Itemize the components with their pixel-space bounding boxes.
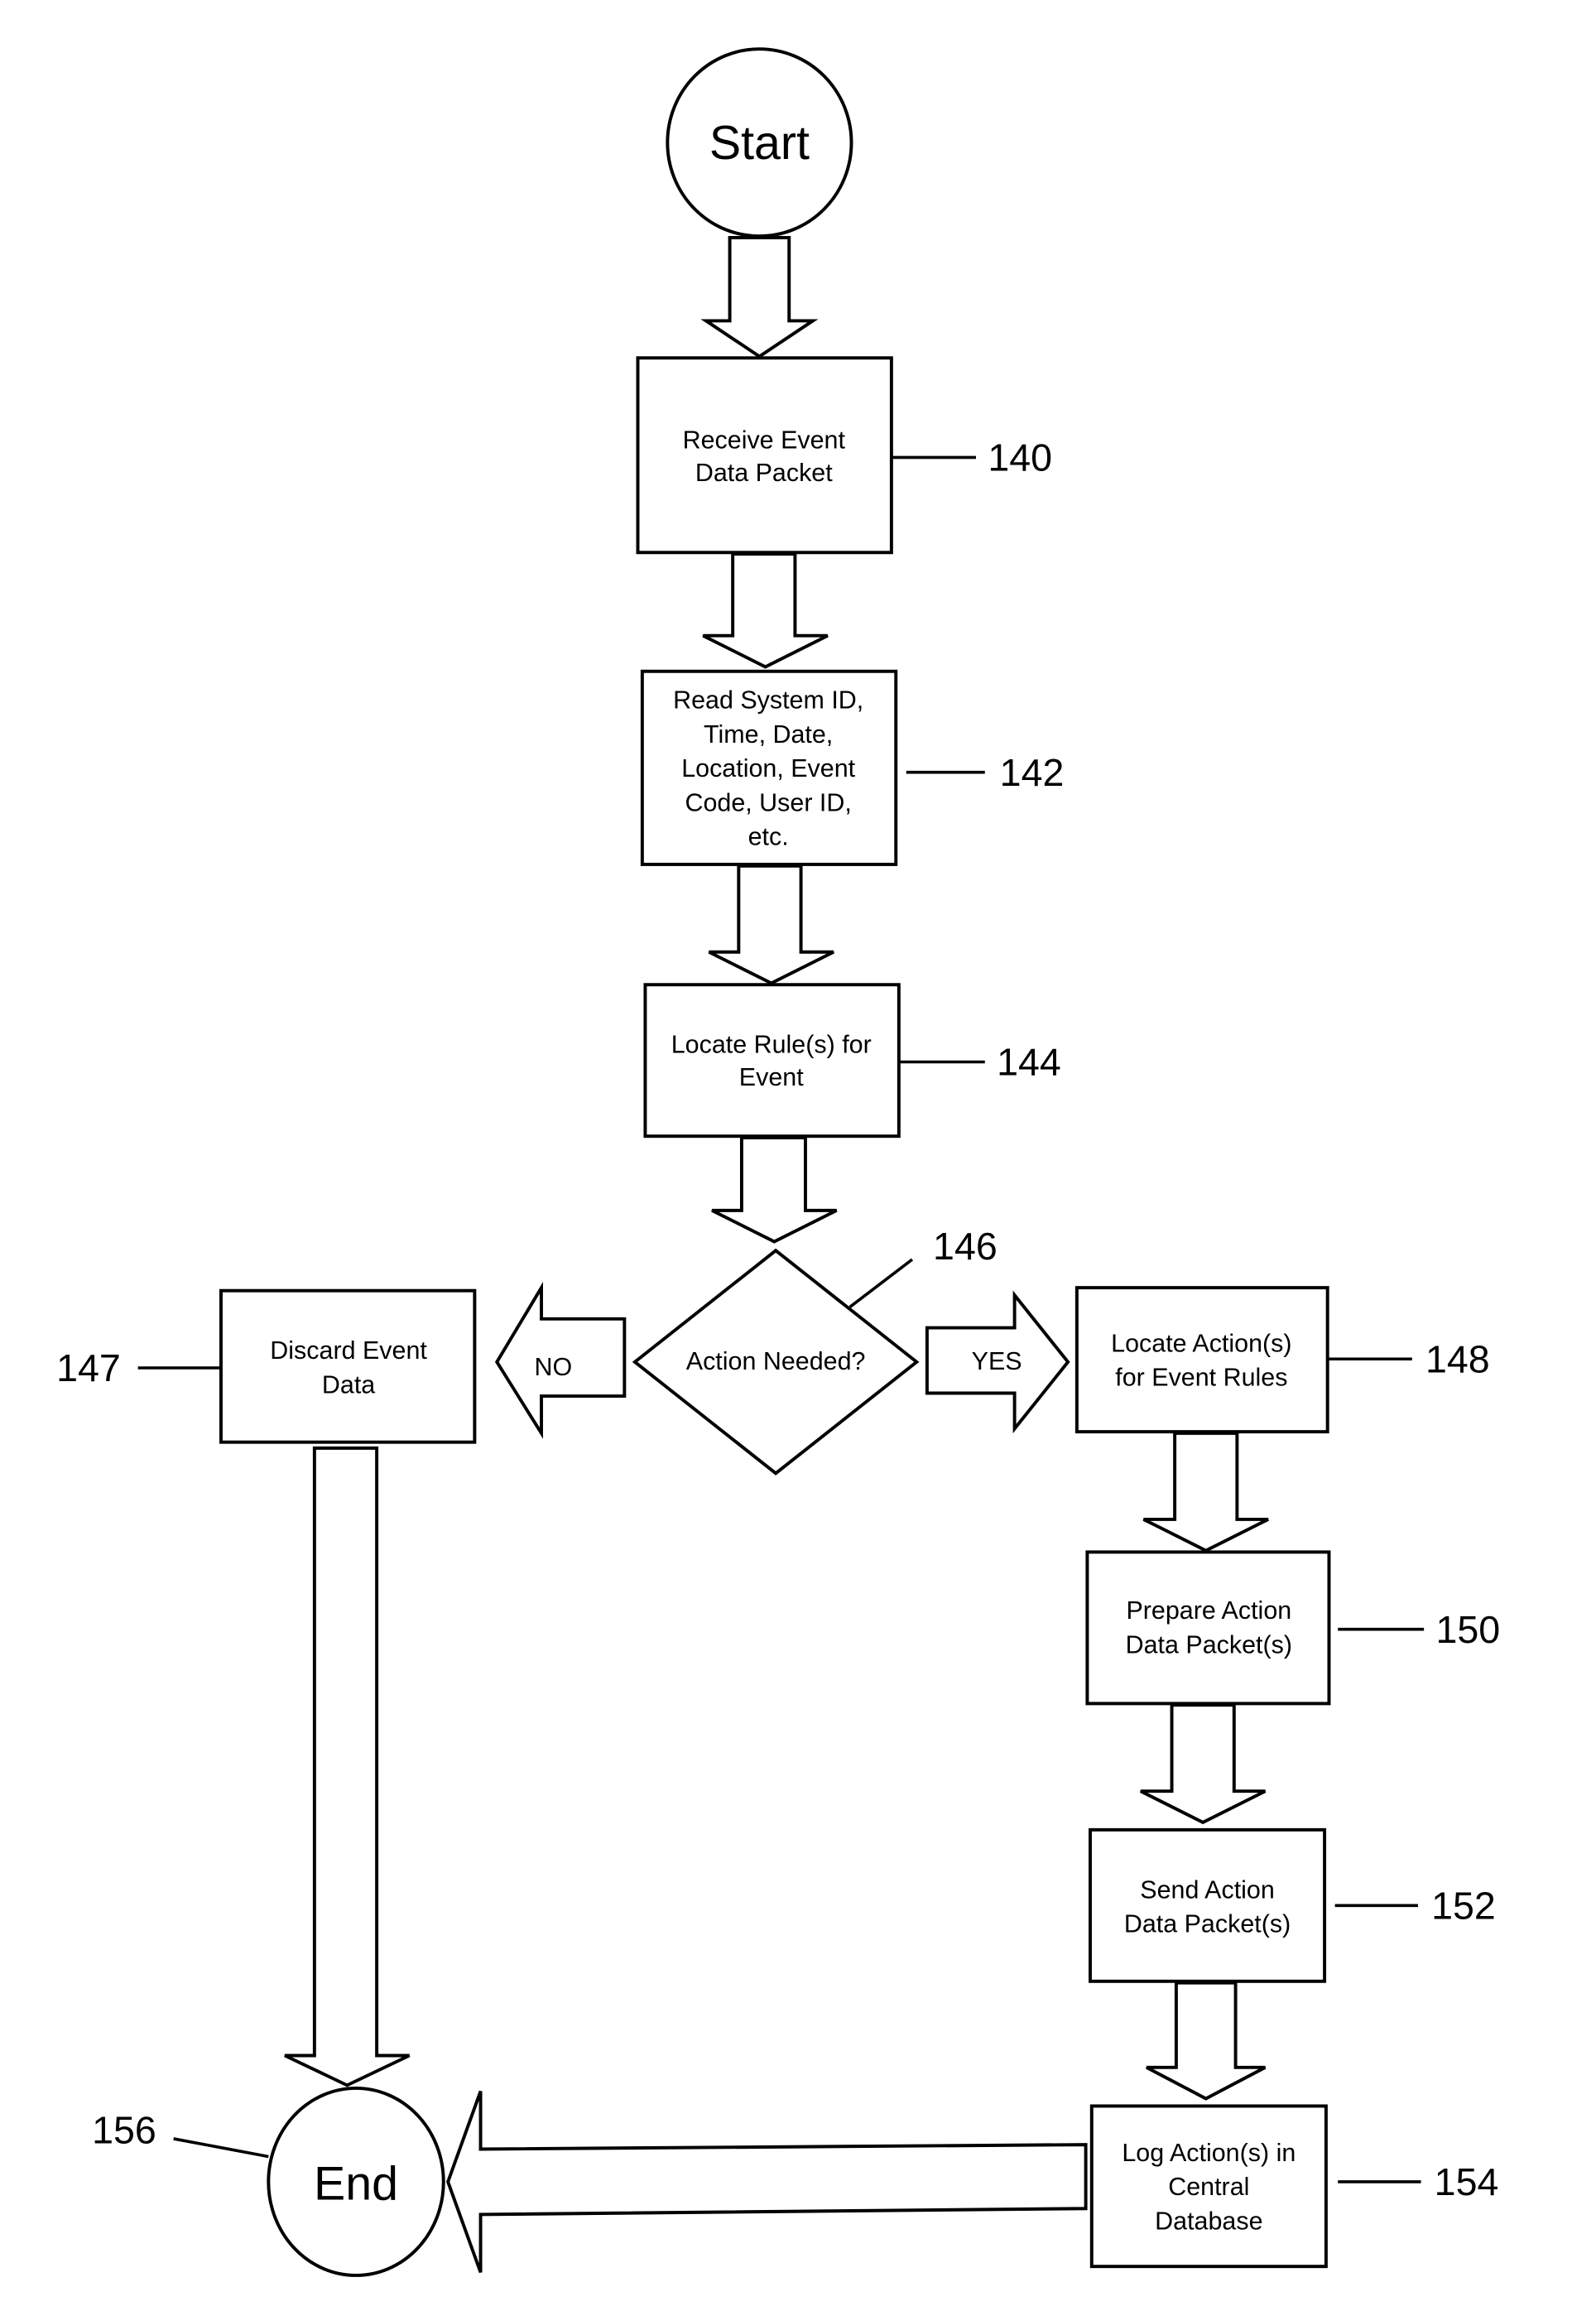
- ref-label-150: 150: [1435, 1608, 1500, 1651]
- step-142-line-1: Read System ID,: [673, 686, 863, 715]
- step-154-line-3: Database: [1155, 2207, 1262, 2235]
- step-box-140: Receive Event Data Packet 140: [636, 356, 1052, 555]
- step-152-line-1: Send Action: [1140, 1875, 1275, 1904]
- step-148-line-1: Locate Action(s): [1111, 1329, 1291, 1357]
- step-140-line-1: Receive Event: [683, 426, 846, 455]
- ref-label-148: 148: [1425, 1337, 1490, 1380]
- leader-line-156: [173, 2137, 269, 2159]
- step-142-line-4: Code, User ID,: [685, 788, 851, 816]
- arrow-142-to-144: [708, 864, 834, 985]
- step-box-142: Read System ID, Time, Date, Location, Ev…: [640, 669, 1065, 866]
- no-branch-arrow: NO: [494, 1282, 627, 1439]
- flowchart-diagram: Start Receive Event Data Packet 140 Read…: [56, 47, 1500, 2277]
- step-148-line-2: for Event Rules: [1115, 1364, 1287, 1392]
- step-144-line-2: Event: [739, 1063, 804, 1091]
- ref-label-140: 140: [988, 436, 1052, 479]
- arrow-154-to-end: [446, 2090, 1088, 2274]
- no-label: NO: [535, 1353, 573, 1381]
- arrow-152-to-154: [1146, 1981, 1267, 2101]
- ref-label-156: 156: [92, 2108, 156, 2151]
- ref-label-147: 147: [56, 1346, 121, 1389]
- ref-label-146: 146: [933, 1225, 997, 1268]
- step-box-144: Locate Rule(s) for Event 144: [643, 983, 1061, 1139]
- ref-label-154: 154: [1435, 2160, 1499, 2203]
- arrow-148-to-150: [1142, 1431, 1269, 1553]
- ref-label-142: 142: [1000, 751, 1065, 794]
- step-150-line-2: Data Packet(s): [1126, 1630, 1292, 1659]
- yes-label: YES: [972, 1347, 1022, 1375]
- step-142-line-5: etc.: [748, 823, 789, 851]
- start-terminal: Start: [666, 47, 853, 238]
- end-label: End: [314, 2157, 398, 2210]
- step-147-line-1: Discard Event: [270, 1336, 427, 1365]
- step-box-148: Locate Action(s) for Event Rules 148: [1074, 1286, 1490, 1434]
- ref-label-152: 152: [1431, 1884, 1496, 1927]
- step-152-line-2: Data Packet(s): [1124, 1910, 1291, 1938]
- step-box-154: Log Action(s) in Central Database 154: [1089, 2104, 1499, 2269]
- yes-branch-arrow: YES: [925, 1290, 1070, 1434]
- end-terminal: End 156: [92, 2086, 445, 2277]
- ref-label-144: 144: [997, 1041, 1061, 1084]
- arrow-150-to-152: [1140, 1703, 1267, 1825]
- step-147-line-2: Data: [322, 1370, 375, 1399]
- arrow-147-to-end: [284, 1446, 411, 2087]
- arrow-144-to-146: [711, 1136, 838, 1244]
- step-150-line-1: Prepare Action: [1126, 1596, 1291, 1625]
- leader-line-146: [848, 1258, 914, 1308]
- step-154-line-2: Central: [1168, 2173, 1249, 2201]
- step-154-line-1: Log Action(s) in: [1122, 2139, 1296, 2167]
- arrow-start-to-140: [700, 236, 819, 359]
- step-box-150: Prepare Action Data Packet(s) 150: [1085, 1550, 1500, 1706]
- start-label: Start: [709, 117, 810, 170]
- step-144-line-1: Locate Rule(s) for: [671, 1031, 872, 1059]
- decision-label: Action Needed?: [686, 1347, 866, 1375]
- step-140-line-2: Data Packet: [695, 459, 833, 487]
- step-142-line-3: Location, Event: [681, 754, 855, 782]
- step-142-line-2: Time, Date,: [704, 720, 833, 749]
- arrow-140-to-142: [702, 552, 829, 669]
- step-box-147: Discard Event Data 147: [56, 1288, 477, 1444]
- step-box-152: Send Action Data Packet(s) 152: [1089, 1827, 1496, 1983]
